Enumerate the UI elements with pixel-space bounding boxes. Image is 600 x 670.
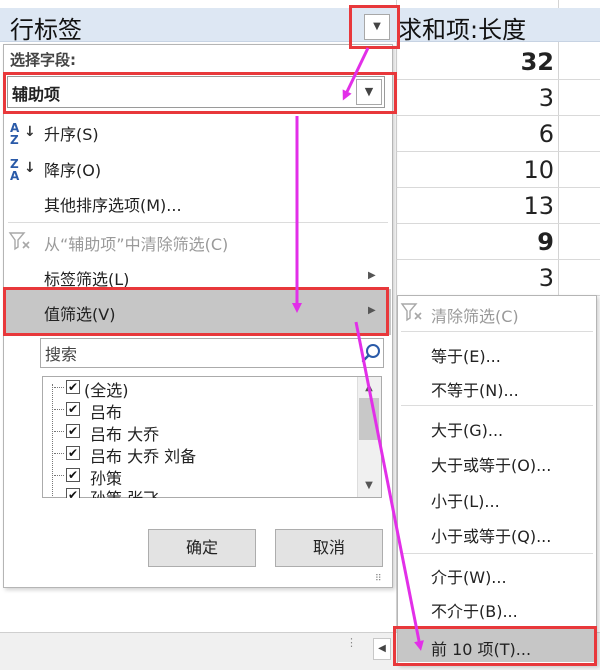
- menu-divider: [401, 553, 593, 554]
- clear-filter-icon: [8, 231, 34, 251]
- row-gridline: [396, 79, 600, 80]
- submenu-between-item[interactable]: 介于(W)...: [431, 564, 507, 588]
- sum-field-header: 求和项:长度: [398, 16, 527, 44]
- tree-line: [54, 409, 64, 410]
- annotation-highlight-box: [3, 287, 389, 336]
- sort-descending-item[interactable]: 降序(O): [44, 157, 101, 181]
- select-field-label: 选择字段:: [10, 51, 76, 69]
- cancel-button[interactable]: 取消: [275, 529, 383, 567]
- value-cell[interactable]: 32: [430, 48, 554, 76]
- row-gridline: [396, 223, 600, 224]
- checklist-scroll-thumb[interactable]: [359, 398, 379, 440]
- row-gridline: [396, 151, 600, 152]
- sheet-tab-splitter[interactable]: ⋮: [346, 636, 357, 649]
- resize-grip-icon[interactable]: ⠿: [375, 574, 382, 584]
- submenu-equals-item[interactable]: 等于(E)...: [431, 343, 501, 367]
- chevron-down-icon[interactable]: ▼: [357, 480, 381, 491]
- submenu-less-than-item[interactable]: 小于(L)...: [431, 488, 500, 512]
- list-item-checkbox[interactable]: ✔: [66, 424, 80, 438]
- submenu-greater-equal-item[interactable]: 大于或等于(O)...: [431, 452, 551, 476]
- list-clip: ✔ 孙策 张飞: [42, 486, 357, 498]
- select-all-checkbox[interactable]: ✔: [66, 380, 80, 394]
- list-item: (全选): [84, 381, 129, 400]
- annotation-highlight-box: [393, 626, 597, 666]
- submenu-not-between-item[interactable]: 不介于(B)...: [431, 598, 518, 622]
- menu-divider: [401, 331, 593, 332]
- value-cell[interactable]: 6: [430, 120, 554, 148]
- list-item-checkbox[interactable]: ✔: [66, 446, 80, 460]
- annotation-highlight-box: [349, 5, 400, 49]
- list-item: 吕布: [90, 403, 123, 422]
- row-label-header: 行标签: [10, 16, 82, 44]
- search-input[interactable]: [40, 338, 384, 368]
- submenu-less-equal-item[interactable]: 小于或等于(Q)...: [431, 523, 551, 547]
- annotation-highlight-box: [3, 72, 397, 114]
- value-cell[interactable]: 3: [430, 264, 554, 292]
- value-cell[interactable]: 3: [430, 84, 554, 112]
- tree-line: [54, 387, 64, 388]
- tree-line: [54, 431, 64, 432]
- tree-line: [52, 384, 53, 496]
- row-gridline: [396, 259, 600, 260]
- submenu-greater-than-item[interactable]: 大于(G)...: [431, 417, 503, 441]
- row-gridline: [396, 115, 600, 116]
- tree-line: [54, 475, 64, 476]
- list-item: 吕布 大乔: [90, 425, 160, 444]
- value-cell[interactable]: 9: [430, 228, 554, 256]
- sort-ascending-item[interactable]: 升序(S): [44, 121, 99, 145]
- sort-ascending-icon: A Z ↓: [10, 121, 36, 147]
- list-item-checkbox[interactable]: ✔: [66, 468, 80, 482]
- clear-filter-icon: [400, 302, 426, 322]
- submenu-clear-filter-item: 清除筛选(C): [431, 307, 519, 326]
- chevron-right-icon: ▶: [368, 270, 376, 281]
- clear-filter-item: 从“辅助项”中清除筛选(C): [44, 235, 229, 254]
- row-gridline: [396, 187, 600, 188]
- menu-divider: [8, 222, 388, 223]
- search-icon[interactable]: [360, 342, 382, 364]
- menu-divider: [401, 405, 593, 406]
- sheet-scroll-left-button[interactable]: ◀: [373, 638, 391, 660]
- value-cell[interactable]: 10: [430, 156, 554, 184]
- list-item: 孙策 张飞: [90, 486, 159, 498]
- ok-button[interactable]: 确定: [148, 529, 256, 567]
- list-item-checkbox[interactable]: ✔: [66, 488, 80, 498]
- chevron-up-icon[interactable]: ▲: [357, 382, 381, 393]
- search-placeholder: 搜索: [45, 345, 78, 364]
- submenu-not-equals-item[interactable]: 不等于(N)...: [431, 377, 519, 401]
- tree-line: [54, 453, 64, 454]
- sort-descending-icon: Z A ↓: [10, 157, 36, 183]
- value-cell[interactable]: 13: [430, 192, 554, 220]
- more-sort-options-item[interactable]: 其他排序选项(M)...: [44, 192, 182, 216]
- list-item-checkbox[interactable]: ✔: [66, 402, 80, 416]
- list-item: 吕布 大乔 刘备: [90, 447, 197, 466]
- chevron-left-icon: ◀: [378, 643, 386, 654]
